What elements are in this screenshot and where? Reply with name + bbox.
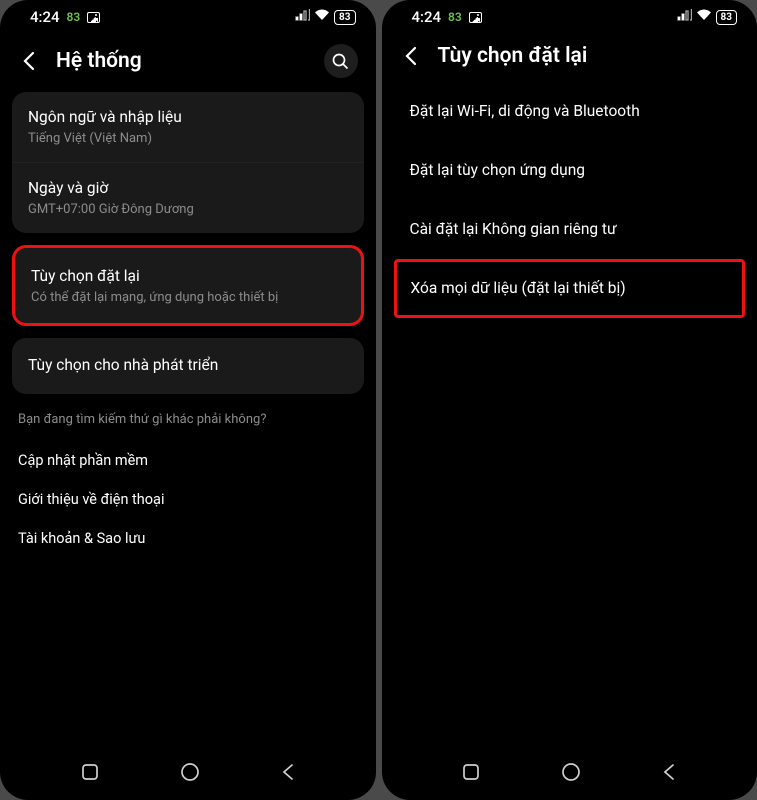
nav-back-icon[interactable]	[281, 762, 295, 786]
settings-row-language[interactable]: Ngôn ngữ và nhập liệu Tiếng Việt (Việt N…	[12, 92, 364, 162]
related-links: Cập nhật phần mềm Giới thiệu về điện tho…	[12, 441, 364, 558]
link-software-update[interactable]: Cập nhật phần mềm	[12, 441, 364, 480]
reset-option-private-space[interactable]: Cài đặt lại Không gian riêng tư	[394, 200, 746, 259]
header: Tùy chọn đặt lại	[382, 34, 757, 82]
settings-row-datetime[interactable]: Ngày và giờ GMT+07:00 Giờ Đông Dương	[12, 162, 364, 233]
nav-home-icon[interactable]	[561, 762, 581, 786]
search-button[interactable]	[324, 44, 358, 78]
header: Hệ thống	[0, 34, 376, 92]
status-time: 4:24	[412, 8, 442, 26]
battery-indicator: 83	[716, 10, 737, 25]
link-account-backup[interactable]: Tài khoản & Sao lưu	[12, 519, 364, 558]
picture-icon	[87, 12, 100, 23]
reset-option-erase-all[interactable]: Xóa mọi dữ liệu (đặt lại thiết bị)	[394, 259, 746, 318]
settings-row-developer[interactable]: Tùy chọn cho nhà phát triển	[12, 338, 364, 394]
status-bar: 4:24 83 83	[382, 0, 757, 34]
settings-group-1: Ngôn ngữ và nhập liệu Tiếng Việt (Việt N…	[12, 92, 364, 233]
phone-screen-1: 4:24 83 83 Hệ thống Ngôn ngữ và	[0, 0, 376, 800]
signal-icon	[295, 9, 310, 25]
settings-row-reset-options[interactable]: Tùy chọn đặt lại Có thể đặt lại mạng, ứn…	[12, 245, 364, 326]
search-hint-text: Bạn đang tìm kiếm thứ gì khác phải không…	[12, 406, 364, 441]
nav-recents-icon[interactable]	[462, 763, 480, 785]
status-time: 4:24	[30, 8, 60, 26]
nav-home-icon[interactable]	[180, 762, 200, 786]
back-button[interactable]	[400, 46, 422, 66]
navigation-bar	[382, 754, 757, 800]
phone-screen-2: 4:24 83 83 Tùy chọn đặt lại Đặt lại Wi-F…	[382, 0, 757, 800]
page-title: Tùy chọn đặt lại	[438, 44, 740, 68]
nav-recents-icon[interactable]	[81, 763, 99, 785]
page-title: Hệ thống	[56, 49, 308, 73]
link-about-phone[interactable]: Giới thiệu về điện thoại	[12, 480, 364, 519]
reset-option-app-prefs[interactable]: Đặt lại tùy chọn ứng dụng	[394, 141, 746, 200]
navigation-bar	[0, 754, 376, 800]
signal-icon	[677, 9, 692, 25]
status-tag: 83	[448, 10, 462, 24]
status-tag: 83	[67, 10, 81, 24]
status-bar: 4:24 83 83	[0, 0, 376, 34]
wifi-icon	[314, 9, 330, 25]
battery-indicator: 83	[334, 10, 355, 25]
back-button[interactable]	[18, 51, 40, 71]
wifi-icon	[696, 9, 712, 25]
reset-option-wifi-bt[interactable]: Đặt lại Wi-Fi, di động và Bluetooth	[394, 82, 746, 141]
nav-back-icon[interactable]	[662, 762, 676, 786]
picture-icon	[469, 12, 482, 23]
